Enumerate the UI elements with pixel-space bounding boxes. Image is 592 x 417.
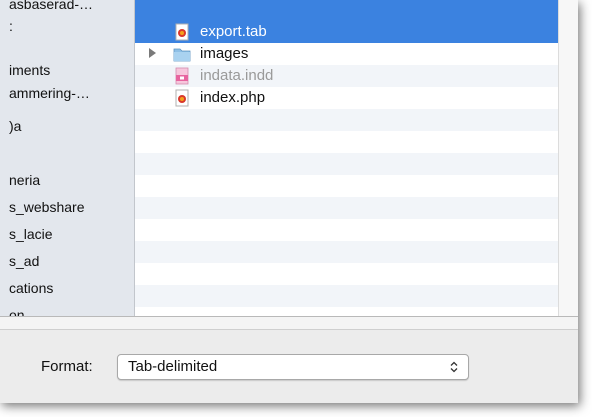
indesign-file-icon — [175, 67, 189, 85]
sidebar-item[interactable]: s_ad — [9, 251, 134, 271]
disclosure-triangle-icon[interactable] — [149, 48, 156, 58]
document-red-icon — [175, 23, 189, 41]
document-red-icon — [175, 89, 189, 107]
scrollbar[interactable] — [558, 0, 578, 316]
row-background — [135, 175, 558, 197]
row-background — [135, 197, 558, 219]
sidebar-item[interactable]: )a — [9, 116, 134, 136]
sidebar-item[interactable] — [9, 146, 134, 166]
file-list[interactable]: export.tab images indata.indd index.php — [135, 0, 558, 316]
save-dialog: asbaserad-… : iments ammering-… )a neria… — [0, 0, 578, 403]
file-name: images — [200, 45, 249, 62]
sidebar-item[interactable]: neria — [9, 170, 134, 190]
sidebar-item[interactable]: s_lacie — [9, 224, 134, 244]
file-row-indata-indd: indata.indd — [135, 65, 558, 87]
row-background — [135, 153, 558, 175]
row-background — [135, 0, 558, 21]
format-select[interactable]: Tab-delimited — [117, 354, 469, 380]
sidebar-item[interactable]: iments — [9, 60, 134, 80]
sidebar-item[interactable]: on — [9, 305, 134, 316]
file-row-export-tab[interactable]: export.tab — [135, 21, 558, 43]
sidebar: asbaserad-… : iments ammering-… )a neria… — [0, 0, 135, 316]
file-name: export.tab — [200, 23, 267, 40]
row-background — [135, 219, 558, 241]
file-row-images[interactable]: images — [135, 43, 558, 65]
up-down-chevron-icon — [450, 361, 458, 373]
row-background — [135, 307, 558, 316]
sidebar-item[interactable]: : — [9, 16, 134, 36]
sidebar-item[interactable]: asbaserad-… — [9, 0, 134, 14]
row-background — [135, 263, 558, 285]
sidebar-item[interactable]: ammering-… — [9, 83, 134, 103]
file-name: indata.indd — [200, 67, 274, 84]
format-label: Format: — [41, 358, 93, 375]
sidebar-item[interactable]: cations — [9, 278, 134, 298]
folder-icon — [173, 48, 191, 62]
file-name: index.php — [200, 89, 266, 106]
resize-strip[interactable] — [0, 317, 578, 330]
sidebar-item[interactable]: s_webshare — [9, 197, 134, 217]
format-select-value: Tab-delimited — [128, 358, 218, 375]
row-background — [135, 131, 558, 153]
row-background — [135, 109, 558, 131]
row-background — [135, 285, 558, 307]
row-background — [135, 241, 558, 263]
file-row-index-php[interactable]: index.php — [135, 87, 558, 109]
